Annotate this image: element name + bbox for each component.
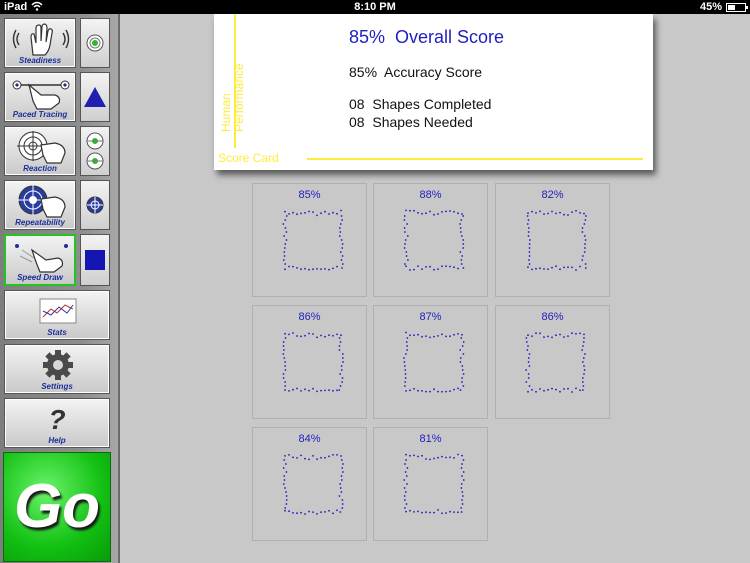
traced-square-drawing <box>403 331 465 393</box>
go-label: Go <box>13 472 101 541</box>
green-dot-target-icon <box>86 34 104 52</box>
steadiness-shape-button[interactable] <box>80 18 110 68</box>
sidebar-item-label: Help <box>48 436 66 445</box>
reaction-button[interactable]: Reaction <box>4 126 76 176</box>
repeatability-shape-button[interactable] <box>80 180 110 230</box>
reaction-target-icon <box>11 131 69 164</box>
sidebar-item-label: Steadiness <box>18 56 62 65</box>
shape-result-tile: 82% <box>495 183 610 297</box>
battery-icon <box>726 2 748 12</box>
sidebar-item-label: Speed Draw <box>17 273 63 282</box>
repeatability-button[interactable]: Repeatability <box>4 180 76 230</box>
blue-target-icon <box>86 196 104 214</box>
traced-square-drawing <box>526 209 587 271</box>
battery-percent: 45% <box>699 1 722 13</box>
shapes-completed: 08 Shapes Completed <box>349 96 492 112</box>
shape-result-tile: 86% <box>495 305 610 419</box>
speed-draw-hand-icon <box>12 240 68 273</box>
traced-square-drawing <box>282 332 344 393</box>
overall-score: 85% Overall Score <box>349 27 505 47</box>
shape-result-tile: 81% <box>373 427 488 541</box>
sidebar: Steadiness Paced Tracing Reaction Repeat… <box>0 14 120 563</box>
waving-hand-icon <box>11 23 70 56</box>
settings-button[interactable]: Settings <box>4 344 110 394</box>
double-green-target-icon <box>86 132 104 170</box>
reaction-shape-button[interactable] <box>80 126 110 176</box>
stats-chart-icon <box>39 295 77 326</box>
traced-square-drawing <box>403 453 465 515</box>
sidebar-item-label: Repeatability <box>15 218 65 227</box>
go-button[interactable]: Go <box>3 452 111 562</box>
status-time: 8:10 PM <box>354 1 396 13</box>
paced-tracing-button[interactable]: Paced Tracing <box>4 72 76 122</box>
traced-square-drawing <box>403 209 465 271</box>
stats-button[interactable]: Stats <box>4 290 110 340</box>
steadiness-button[interactable]: Steadiness <box>4 18 76 68</box>
shape-result-tile: 88% <box>373 183 488 297</box>
traced-square-drawing <box>282 209 344 271</box>
sidebar-item-label: Reaction <box>23 164 57 173</box>
repeatability-target-icon <box>11 185 69 218</box>
score-card: Human Performance Score Card 85% Overall… <box>214 14 653 170</box>
shape-result-tile: 85% <box>252 183 367 297</box>
traced-square-drawing <box>525 332 586 393</box>
battery-fill <box>728 4 736 10</box>
shapes-needed: 08 Shapes Needed <box>349 114 473 130</box>
score-card-divider-horizontal <box>307 158 643 160</box>
shape-result-tile: 86% <box>252 305 367 419</box>
help-button[interactable]: ? Help <box>4 398 110 448</box>
tracing-hand-icon <box>11 77 70 110</box>
status-bar: iPad 8:10 PM 45% <box>0 0 750 14</box>
tracing-shape-button[interactable] <box>80 72 110 122</box>
question-mark-icon: ? <box>48 404 66 435</box>
score-card-label: Score Card <box>218 151 279 165</box>
triangle-shape-icon <box>84 87 106 107</box>
sidebar-item-label: Paced Tracing <box>12 110 68 119</box>
score-card-vertical-title: Human Performance <box>219 63 246 132</box>
sidebar-item-label: Stats <box>47 328 67 337</box>
speed-draw-button[interactable]: Speed Draw <box>4 234 76 286</box>
speed-draw-shape-button[interactable] <box>80 234 110 286</box>
traced-square-drawing <box>282 454 344 515</box>
shape-result-tile: 87% <box>373 305 488 419</box>
score-card-title-line-2: Performance <box>232 63 246 132</box>
sidebar-item-label: Settings <box>41 382 73 391</box>
square-shape-icon <box>85 250 105 270</box>
accuracy-score: 85% Accuracy Score <box>349 64 483 80</box>
shape-result-tile: 84% <box>252 427 367 541</box>
gear-icon <box>41 349 73 380</box>
